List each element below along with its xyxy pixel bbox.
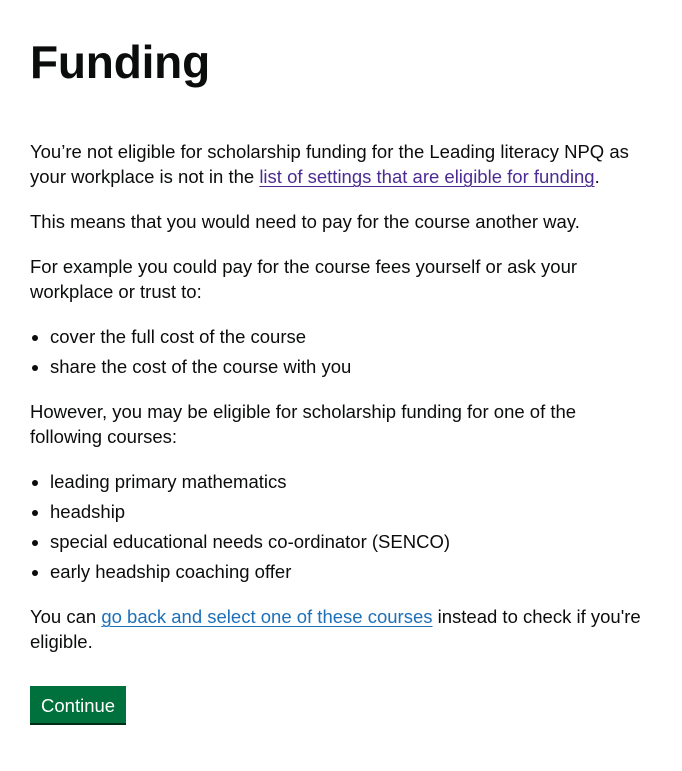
list-item: headship — [50, 499, 652, 524]
payment-options-list: cover the full cost of the course share … — [30, 324, 652, 379]
example-paragraph: For example you could pay for the course… — [30, 256, 578, 302]
main-content: Funding You’re not eligible for scholars… — [0, 0, 682, 723]
continue-button[interactable]: Continue — [30, 686, 127, 723]
ineligible-message: You’re not eligible for scholarship fund… — [30, 139, 652, 189]
go-back-text: You can — [30, 606, 102, 627]
list-item: share the cost of the course with you — [50, 354, 652, 379]
list-item: special educational needs co-ordinator (… — [50, 529, 652, 554]
however-paragraph: However, you may be eligible for scholar… — [30, 401, 577, 447]
eligible-courses-list: leading primary mathematics headship spe… — [30, 469, 652, 584]
eligible-settings-link[interactable]: list of settings that are eligible for f… — [259, 166, 594, 187]
page-title: Funding — [30, 36, 210, 88]
means-paragraph: This means that you would need to pay fo… — [30, 211, 580, 232]
list-item: cover the full cost of the course — [50, 324, 652, 349]
ineligible-text-end: . — [594, 166, 600, 187]
list-item: leading primary mathematics — [50, 469, 652, 494]
go-back-link[interactable]: go back and select one of these courses — [101, 606, 432, 627]
go-back-paragraph: You can go back and select one of these … — [30, 604, 652, 654]
list-item: early headship coaching offer — [50, 559, 652, 584]
